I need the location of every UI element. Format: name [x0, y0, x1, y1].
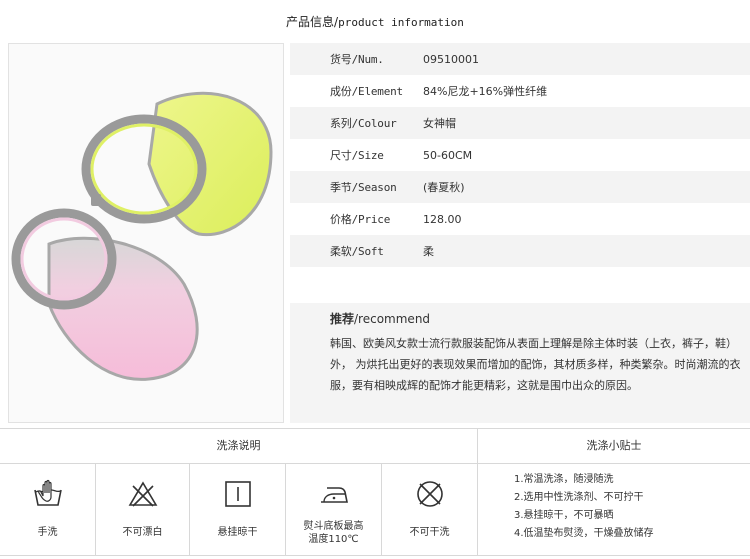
section-header: 产品信息/product information: [0, 0, 750, 44]
care-tip: 2.选用中性洗涤剂、不可拧干: [514, 492, 644, 503]
care-label-line2: 温度110℃: [308, 534, 359, 545]
spec-key: 季节/Season: [330, 181, 397, 194]
spec-value: 09510001: [423, 52, 479, 66]
care-label: 熨斗底板最高: [303, 521, 364, 532]
recommend-title-bold: 推荐: [330, 312, 355, 326]
spec-row-season: 季节/Season (春夏秋): [290, 171, 750, 203]
title-cn: 产品信息/: [286, 15, 339, 29]
hand-wash-icon: [33, 479, 62, 506]
care-tips-list: 1.常温洗涤，随浸随洗 2.选用中性洗涤剂、不可拧干 3.悬挂晾干，不可暴晒 4…: [478, 464, 750, 556]
product-photo: [8, 43, 284, 423]
spec-table: 货号/Num. 09510001 成份/Element 84%尼龙+16%弹性纤维 …: [290, 43, 750, 299]
sun-visor-image: [9, 44, 283, 422]
care-label-iron: 熨斗底板最高 温度110℃: [286, 520, 381, 546]
no-dry-clean-icon: [416, 481, 443, 507]
iron-icon: [320, 487, 348, 503]
spec-value: 84%尼龙+16%弹性纤维: [423, 85, 548, 98]
care-section: 洗涤说明 洗涤小贴士 手洗 不可漂白 悬挂晾干 熨斗底板最高 温度110℃ 不可…: [0, 428, 750, 556]
spec-row-size: 尺寸/Size 50-60CM: [290, 139, 750, 171]
spec-row-soft: 柔软/Soft 柔: [290, 235, 750, 267]
care-no-bleach: 不可漂白: [96, 464, 190, 556]
spec-value: 50-60CM: [423, 148, 473, 162]
care-instructions-title: 洗涤说明: [0, 429, 478, 464]
care-tip: 4.低温垫布熨烫，干燥叠放储存: [514, 528, 654, 539]
care-line-dry: 悬挂晾干: [190, 464, 286, 556]
care-label: 悬挂晾干: [217, 527, 258, 538]
spec-row-price: 价格/Price 128.00: [290, 203, 750, 235]
care-label: 不可漂白: [122, 527, 163, 538]
spec-key: 柔软/Soft: [330, 245, 384, 258]
spec-key: 系列/Colour: [330, 117, 397, 130]
spec-value: 柔: [423, 245, 434, 258]
spec-key: 价格/Price: [330, 213, 391, 226]
recommend-title: 推荐/recommend: [330, 310, 430, 327]
care-iron: 熨斗底板最高 温度110℃: [286, 464, 382, 556]
spec-value: 女神帽: [423, 117, 456, 130]
spec-key: 尺寸/Size: [330, 149, 384, 162]
care-no-dry-clean: 不可干洗: [382, 464, 478, 556]
recommend-title-rest: /recommend: [354, 312, 431, 326]
section-title: 产品信息/product information: [286, 13, 464, 30]
recommend-text: 韩国、欧美风女款士流行款服装配饰从表面上理解是除主体时装（上衣，裤子，鞋）外， …: [330, 337, 741, 392]
spec-row-num: 货号/Num. 09510001: [290, 43, 750, 75]
care-tips-title: 洗涤小贴士: [478, 429, 750, 464]
care-label: 手洗: [37, 527, 58, 538]
title-en: product information: [338, 16, 464, 29]
care-tip: 1.常温洗涤，随浸随洗: [514, 474, 614, 485]
spec-value: (春夏秋): [423, 181, 465, 194]
line-dry-icon: [224, 481, 251, 507]
spec-row-colour: 系列/Colour 女神帽: [290, 107, 750, 139]
no-bleach-icon: [128, 481, 157, 507]
spec-value: 128.00: [423, 212, 462, 226]
care-hand-wash: 手洗: [0, 464, 96, 556]
recommend-section: 推荐/recommend 韩国、欧美风女款士流行款服装配饰从表面上理解是除主体时…: [290, 303, 750, 423]
spec-key: 货号/Num.: [330, 53, 384, 66]
care-tip: 3.悬挂晾干，不可暴晒: [514, 510, 614, 521]
spec-row-element: 成份/Element 84%尼龙+16%弹性纤维: [290, 75, 750, 107]
care-label: 不可干洗: [409, 527, 450, 538]
spec-key: 成份/Element: [330, 85, 403, 98]
spec-row-blank: [290, 267, 750, 299]
